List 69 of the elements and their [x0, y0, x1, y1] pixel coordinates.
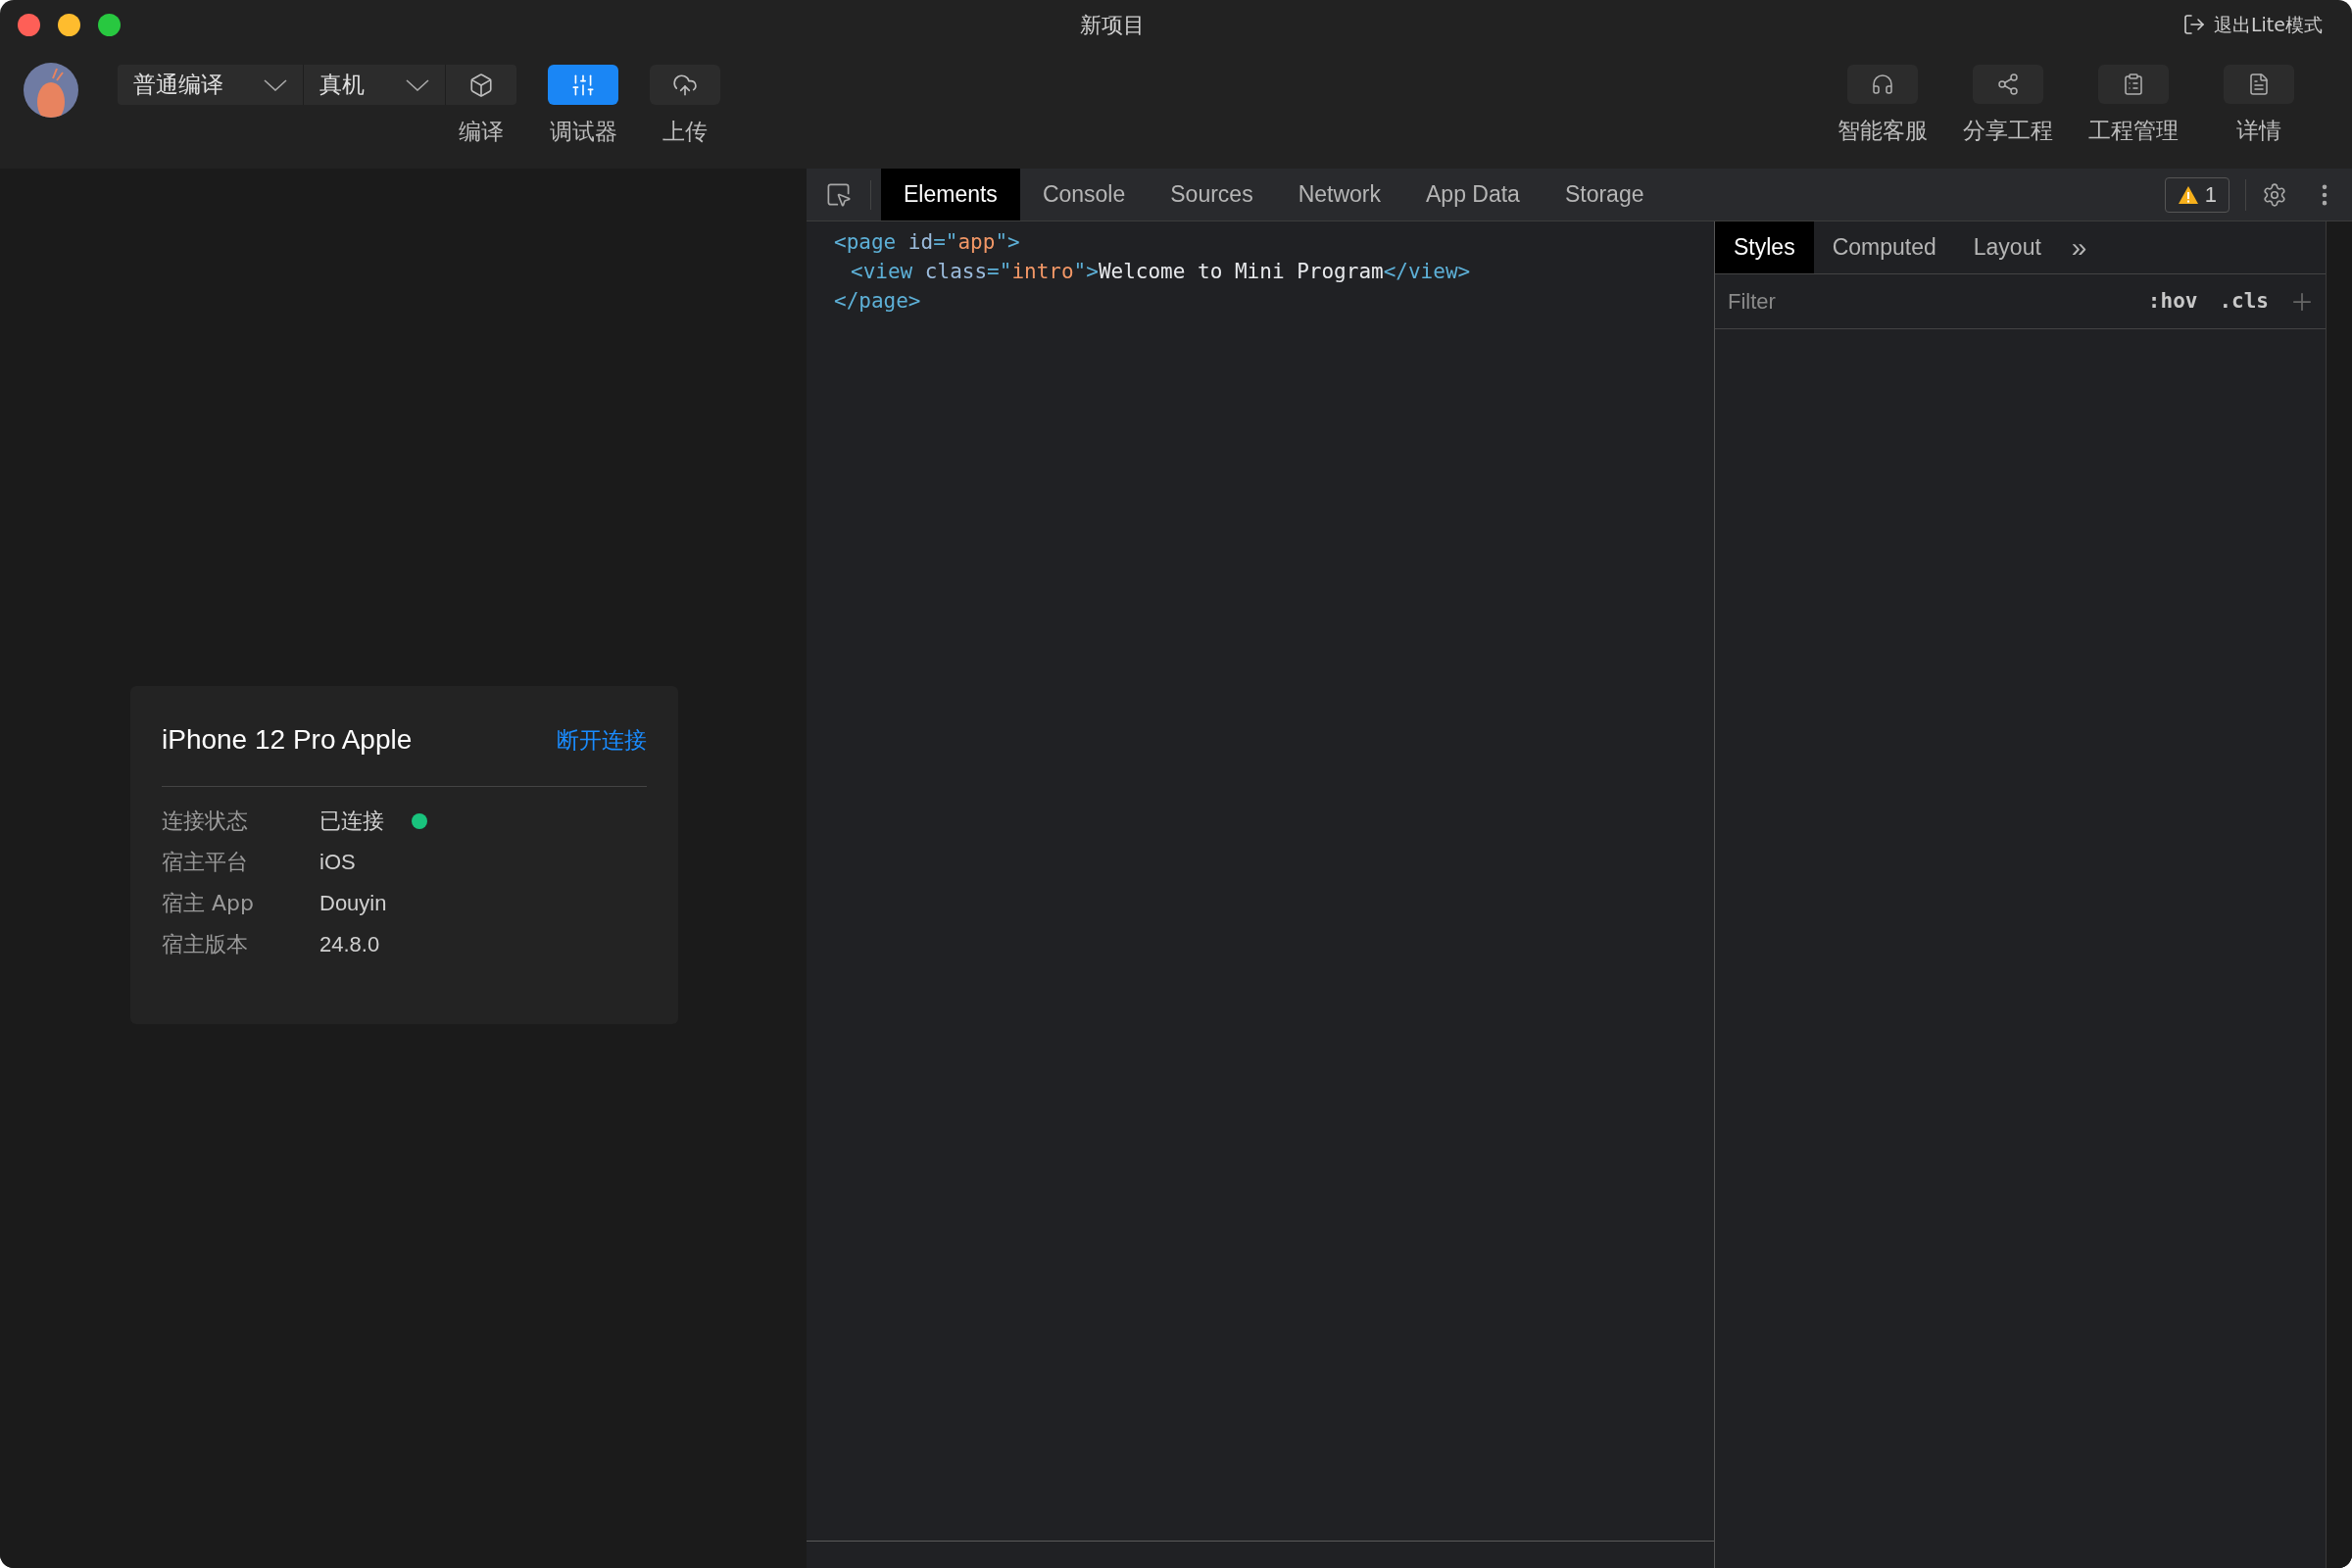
styles-tab[interactable]: Computed [1813, 221, 1955, 273]
info-value: iOS [319, 849, 356, 876]
info-label: 宿主 App [162, 890, 255, 917]
info-value: Douyin [319, 890, 387, 917]
code-token: "> [995, 229, 1020, 256]
toolbar-label: 调试器 [549, 118, 617, 146]
headset-icon [1871, 73, 1894, 96]
code-token: "> [1073, 259, 1099, 285]
chevron-down-icon [406, 78, 429, 91]
toolbar-label: 分享工程 [1963, 117, 2053, 145]
code-token: <view [851, 259, 913, 285]
dropdown[interactable]: 普通编译 [118, 65, 304, 105]
toolbar-label: 编译 [459, 118, 504, 146]
inspect-icon[interactable] [825, 181, 852, 208]
devtools-tab[interactable]: Elements [881, 169, 1020, 220]
more-tabs-button[interactable]: » [2059, 226, 2099, 269]
share-icon [1996, 73, 2020, 96]
devtools-tab[interactable]: Sources [1148, 169, 1276, 220]
code-token: =" [987, 259, 1012, 285]
exit-lite-button[interactable]: 退出Lite模式 [2182, 10, 2323, 39]
toolbar-button[interactable] [1847, 65, 1918, 104]
settings-icon[interactable] [2262, 181, 2287, 208]
toolbar-button[interactable] [446, 65, 516, 105]
document-icon [2247, 73, 2271, 96]
devtools-tab[interactable]: Console [1019, 169, 1149, 220]
info-label: 宿主版本 [162, 931, 249, 958]
info-label: 宿主平台 [162, 849, 249, 876]
code-token: </view> [1383, 259, 1471, 285]
toolbar-label: 上传 [662, 118, 708, 146]
toolbar-button[interactable] [2224, 65, 2294, 104]
info-value: 已连接 [319, 808, 384, 835]
devtools-tab[interactable]: Network [1275, 169, 1403, 220]
disconnect-link[interactable]: 断开连接 [557, 722, 647, 758]
maximize-window-button[interactable] [98, 13, 121, 36]
toolbar-label: 详情 [2236, 117, 2281, 145]
cloud-upload-icon [672, 72, 698, 98]
clipboard-icon [2122, 73, 2145, 96]
code-token: intro [1011, 259, 1074, 285]
window-title: 新项目 [1080, 11, 1145, 39]
code-token: <page [834, 229, 897, 256]
toolbar-button[interactable] [1973, 65, 2043, 104]
toolbar-label: 工程管理 [2088, 117, 2179, 145]
devtools-tab[interactable]: App Data [1403, 169, 1543, 220]
code-token: Welcome to Mini Program [1098, 259, 1384, 285]
exit-icon [2182, 13, 2206, 36]
minimize-window-button[interactable] [58, 13, 80, 36]
code-token: =" [933, 229, 958, 256]
chevron-down-icon [264, 78, 287, 91]
toolbar-button[interactable] [650, 65, 720, 105]
close-window-button[interactable] [18, 13, 40, 36]
toolbar-button[interactable] [2098, 65, 2169, 104]
devtools-tab[interactable]: Storage [1542, 169, 1667, 220]
code-token: id [906, 229, 934, 256]
device-title: iPhone 12 Pro Apple [162, 723, 413, 757]
cls-button[interactable]: .cls [2219, 285, 2269, 318]
info-value: 24.8.0 [319, 931, 380, 958]
code-token: </page> [834, 288, 921, 315]
warning-icon [2177, 184, 2199, 205]
code-token: app [957, 229, 996, 256]
sliders-icon [570, 72, 596, 98]
warning-badge[interactable]: 1 [2164, 176, 2230, 213]
styles-tab[interactable]: Styles [1715, 221, 1814, 273]
code-token: class [923, 259, 988, 285]
box-icon [468, 72, 494, 98]
avatar[interactable] [24, 63, 78, 118]
info-label: 连接状态 [162, 808, 249, 835]
hov-button[interactable]: :hov [2147, 285, 2198, 318]
toolbar-label: 智能客服 [1838, 117, 1928, 145]
styles-tab[interactable]: Layout [1954, 221, 2060, 273]
